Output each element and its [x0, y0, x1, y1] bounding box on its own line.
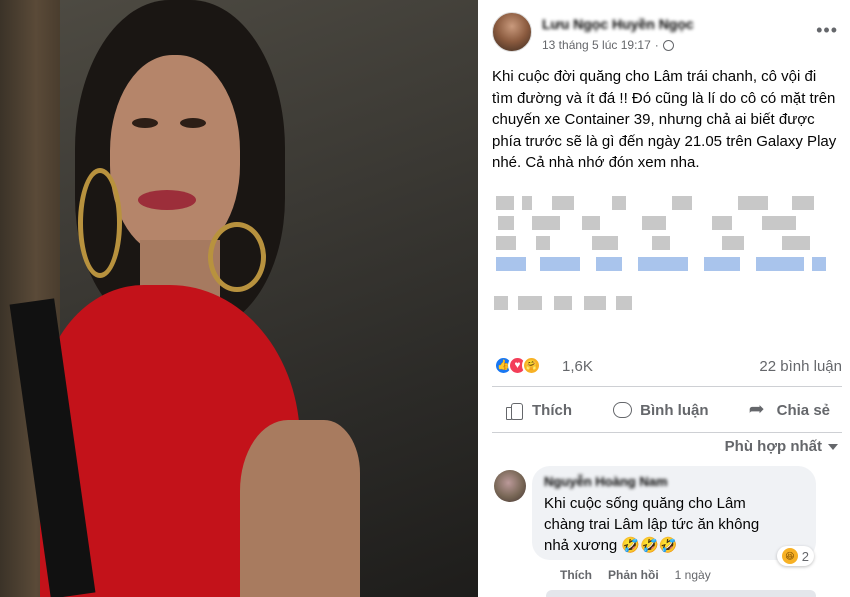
commenter-avatar[interactable] — [494, 470, 526, 502]
next-comment-bubble — [546, 590, 816, 597]
like-button-label: Thích — [532, 401, 572, 419]
author-avatar[interactable] — [492, 12, 532, 52]
reaction-icons: 👍 ♥ 🤗 — [494, 356, 541, 375]
reactions-bar[interactable]: 👍 ♥ 🤗 1,6K 22 bình luận — [492, 356, 842, 378]
comment-like-link[interactable]: Thích — [560, 568, 592, 582]
comment-reactions[interactable]: 😆 2 — [776, 546, 814, 566]
post-actions: Thích Bình luận Chia sẻ — [492, 393, 842, 427]
post-text: Khi cuộc đời quăng cho Lâm trái chanh, c… — [492, 68, 837, 171]
photo-lips — [138, 190, 196, 210]
photo-earring-right — [208, 222, 266, 292]
photo-eye-right — [180, 118, 206, 128]
globe-icon — [662, 39, 674, 51]
redacted-line — [492, 296, 832, 310]
comment-count[interactable]: 22 bình luận — [759, 358, 842, 375]
comment-time[interactable]: 1 ngày — [675, 568, 711, 582]
share-icon — [749, 398, 769, 421]
share-button-label: Chia sẻ — [776, 401, 830, 419]
sort-label: Phù hợp nhất — [724, 438, 822, 455]
comment-sort-dropdown[interactable]: Phù hợp nhất — [725, 438, 838, 455]
comment-reaction-count: 2 — [801, 548, 809, 564]
post-photo[interactable] — [0, 0, 478, 597]
divider — [492, 386, 842, 387]
photo-eye-left — [132, 118, 158, 128]
redacted-line — [492, 196, 832, 210]
like-button[interactable]: Thích — [492, 393, 584, 427]
haha-reaction-icon: 😆 — [781, 548, 798, 564]
comment-actions: Thích Phản hồi 1 ngày — [560, 568, 711, 582]
reaction-count[interactable]: 1,6K — [562, 358, 593, 375]
author-name[interactable]: Lưu Ngọc Huyền Ngọc — [542, 16, 694, 32]
divider — [492, 432, 842, 433]
like-icon — [504, 401, 524, 420]
post-header: Lưu Ngọc Huyền Ngọc 13 tháng 5 lúc 19:17… — [492, 12, 842, 56]
share-button[interactable]: Chia sẻ — [737, 393, 842, 427]
redacted-line — [492, 236, 832, 250]
photo-face — [110, 55, 240, 255]
photo-arm — [240, 420, 360, 597]
redacted-line — [492, 216, 832, 230]
comment-button-label: Bình luận — [640, 401, 709, 419]
post-date[interactable]: 13 tháng 5 lúc 19:17 — [542, 38, 651, 52]
photo-earring-left — [78, 168, 122, 278]
redacted-link[interactable] — [492, 257, 832, 271]
more-options-icon[interactable]: ••• — [816, 20, 838, 41]
post-meta: 13 tháng 5 lúc 19:17 · — [542, 38, 674, 52]
commenter-name[interactable]: Nguyễn Hoàng Nam — [544, 474, 804, 489]
comment-button[interactable]: Bình luận — [600, 393, 720, 427]
care-reaction-icon: 🤗 — [522, 356, 541, 375]
comment-bubble: Nguyễn Hoàng Nam Khi cuộc sống quăng cho… — [532, 466, 816, 566]
comment-reply-link[interactable]: Phản hồi — [608, 568, 659, 582]
comment-icon — [612, 401, 633, 419]
comment-item: Nguyễn Hoàng Nam Khi cuộc sống quăng cho… — [492, 466, 842, 582]
comment-text: Khi cuộc sống quăng cho Lâm chàng trai L… — [544, 495, 760, 554]
post-panel: Lưu Ngọc Huyền Ngọc 13 tháng 5 lúc 19:17… — [478, 0, 850, 597]
caret-down-icon — [828, 443, 838, 450]
